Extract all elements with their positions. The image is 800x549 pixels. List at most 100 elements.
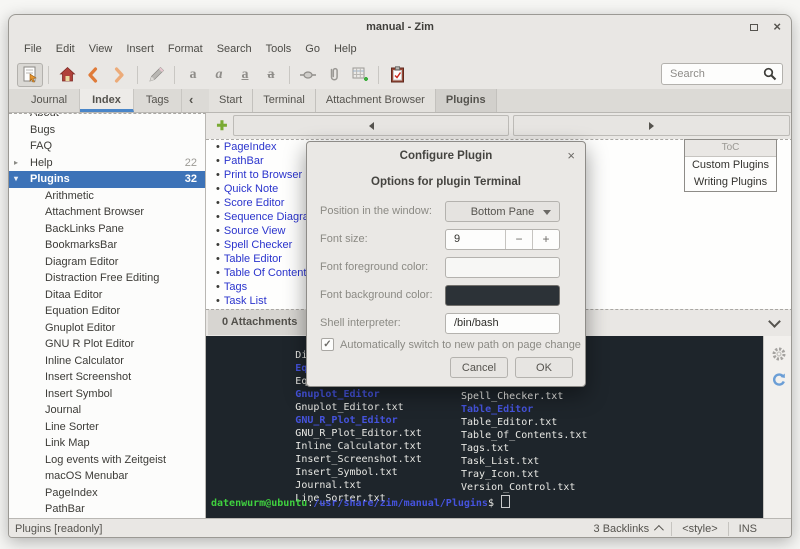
page-index-tree: About Bugs FAQ ▸ Help 22 ▾ <box>9 113 206 518</box>
tree-item[interactable]: Link Map <box>9 435 205 452</box>
page-tab[interactable]: Attachment Browser <box>316 89 436 112</box>
tree-item[interactable]: ▾ Plugins 32 <box>9 171 205 188</box>
collapse-panel-icon[interactable] <box>768 315 781 328</box>
back-button[interactable] <box>80 63 106 87</box>
tree-item[interactable]: Bugs <box>9 122 205 139</box>
dialog-title: Configure Plugin <box>307 142 585 170</box>
menu-item[interactable]: Tools <box>259 39 299 60</box>
terminal-line: Gnuplot_Editor.txt Spell_Checker.txt <box>211 391 763 404</box>
tree-item[interactable]: Journal <box>9 402 205 419</box>
expander-icon[interactable]: ▾ <box>14 171 26 188</box>
menu-item[interactable]: Go <box>298 39 327 60</box>
tree-item[interactable]: Insert Symbol <box>9 386 205 403</box>
toolbar-separator <box>174 66 175 84</box>
tree-item-label: Bugs <box>30 124 55 136</box>
dialog-header[interactable]: Configure Plugin × <box>307 142 585 168</box>
page-tab[interactable]: Plugins <box>436 89 497 112</box>
tree-item[interactable]: BookmarksBar <box>9 237 205 254</box>
foreground-color-button[interactable] <box>445 257 560 278</box>
terminal-prompt[interactable]: datenwurm@ubuntu:/usr/share/zim/manual/P… <box>211 495 763 508</box>
page-tab[interactable]: Terminal <box>253 89 316 112</box>
tree-item[interactable]: Distraction Free Editing <box>9 270 205 287</box>
tree-item[interactable]: Line Sorter <box>9 419 205 436</box>
tree-item[interactable]: macOS Menubar <box>9 468 205 485</box>
menu-item[interactable]: Insert <box>119 39 161 60</box>
dialog-close-button[interactable]: × <box>567 149 575 162</box>
close-button[interactable]: × <box>773 22 781 32</box>
format-strike-button[interactable]: a <box>258 63 284 87</box>
font-size-value[interactable]: 9 <box>446 230 505 249</box>
menu-item[interactable]: File <box>17 39 49 60</box>
prompt-user: datenwurm@ubuntu <box>211 498 307 509</box>
cancel-button[interactable]: Cancel <box>450 357 508 378</box>
forward-button[interactable] <box>106 63 132 87</box>
sidebar-tab[interactable]: Index <box>80 89 134 112</box>
tree-item[interactable]: PageIndex <box>9 485 205 502</box>
tree-item[interactable]: Gnuplot Editor <box>9 320 205 337</box>
tree-item[interactable]: Arithmetic <box>9 188 205 205</box>
foreground-color-label: Font foreground color: <box>320 261 428 273</box>
tree-item[interactable]: Equation Editor <box>9 303 205 320</box>
auto-switch-label: Automatically switch to new path on page… <box>340 339 581 351</box>
tree-item[interactable]: Diagram Editor <box>9 254 205 271</box>
refresh-icon[interactable] <box>771 372 787 388</box>
auto-switch-checkbox[interactable]: ✓ <box>321 338 334 351</box>
tree-item[interactable]: GNU R Plot Editor <box>9 336 205 353</box>
page-tab[interactable]: Start <box>209 89 253 112</box>
home-button[interactable] <box>54 63 80 87</box>
format-underline-button[interactable]: a <box>232 63 258 87</box>
style-selector[interactable]: <style> <box>682 523 717 535</box>
tree-item-label: Insert Symbol <box>45 388 112 400</box>
tree-item[interactable]: PathBar <box>9 501 205 518</box>
scroll-left-button[interactable] <box>233 115 509 136</box>
tree-item[interactable]: Inline Calculator <box>9 353 205 370</box>
tree-item[interactable]: Ditaa Editor <box>9 287 205 304</box>
sidebar-tab[interactable]: Journal <box>19 89 80 112</box>
insert-image-button[interactable] <box>347 63 373 87</box>
menu-item[interactable]: Help <box>327 39 364 60</box>
toc-item[interactable]: Custom Plugins <box>685 157 776 174</box>
format-italic-button[interactable]: a <box>206 63 232 87</box>
menu-item[interactable]: Format <box>161 39 210 60</box>
insert-link-button[interactable] <box>295 63 321 87</box>
add-page-button[interactable]: ✚ <box>212 116 232 136</box>
tree-item-label: Plugins <box>30 173 70 185</box>
clipboard-check-button[interactable] <box>384 63 410 87</box>
titlebar[interactable]: manual - Zim × <box>9 15 791 39</box>
shell-interpreter-input[interactable]: /bin/bash <box>445 313 560 334</box>
format-bold-button[interactable]: a <box>180 63 206 87</box>
toggle-editable-button[interactable] <box>17 63 43 87</box>
expander-icon[interactable]: ▸ <box>14 155 26 172</box>
font-size-increase-button[interactable]: + <box>532 230 559 249</box>
tree-item[interactable]: Insert Screenshot <box>9 369 205 386</box>
font-size-decrease-button[interactable]: − <box>505 230 532 249</box>
attachments-tab[interactable]: 0 Attachments <box>208 310 312 335</box>
window-title: manual - Zim <box>9 15 791 40</box>
tree-item[interactable]: ▸ Help 22 <box>9 155 205 172</box>
tree-item-label: macOS Menubar <box>45 470 128 482</box>
edit-page-button[interactable] <box>143 63 169 87</box>
ok-button[interactable]: OK <box>515 357 573 378</box>
backlinks-button[interactable]: 3 Backlinks <box>594 523 662 535</box>
statusbar-page-label: Plugins [readonly] <box>15 519 102 538</box>
tree-item-label: BookmarksBar <box>45 239 117 251</box>
tree-item[interactable]: Attachment Browser <box>9 204 205 221</box>
menu-item[interactable]: Edit <box>49 39 82 60</box>
tree-item[interactable]: FAQ <box>9 138 205 155</box>
background-color-button[interactable] <box>445 285 560 306</box>
font-size-spinner[interactable]: 9 − + <box>445 229 560 250</box>
menu-item[interactable]: View <box>82 39 120 60</box>
toc-item[interactable]: Writing Plugins <box>685 174 776 191</box>
sidebar-tab[interactable]: Tags <box>134 89 182 112</box>
scroll-right-button[interactable] <box>513 115 790 136</box>
gear-icon[interactable] <box>771 346 787 362</box>
collapse-sidebar-button[interactable]: ‹ <box>189 89 193 111</box>
tree-item[interactable]: BackLinks Pane <box>9 221 205 238</box>
attach-file-button[interactable] <box>321 63 347 87</box>
position-dropdown[interactable]: Bottom Pane <box>445 201 560 222</box>
tree-item[interactable]: About <box>9 113 205 122</box>
tree-item[interactable]: Log events with Zeitgeist <box>9 452 205 469</box>
menu-item[interactable]: Search <box>210 39 259 60</box>
search-input[interactable]: Search <box>661 63 783 85</box>
maximize-button[interactable] <box>750 18 758 36</box>
